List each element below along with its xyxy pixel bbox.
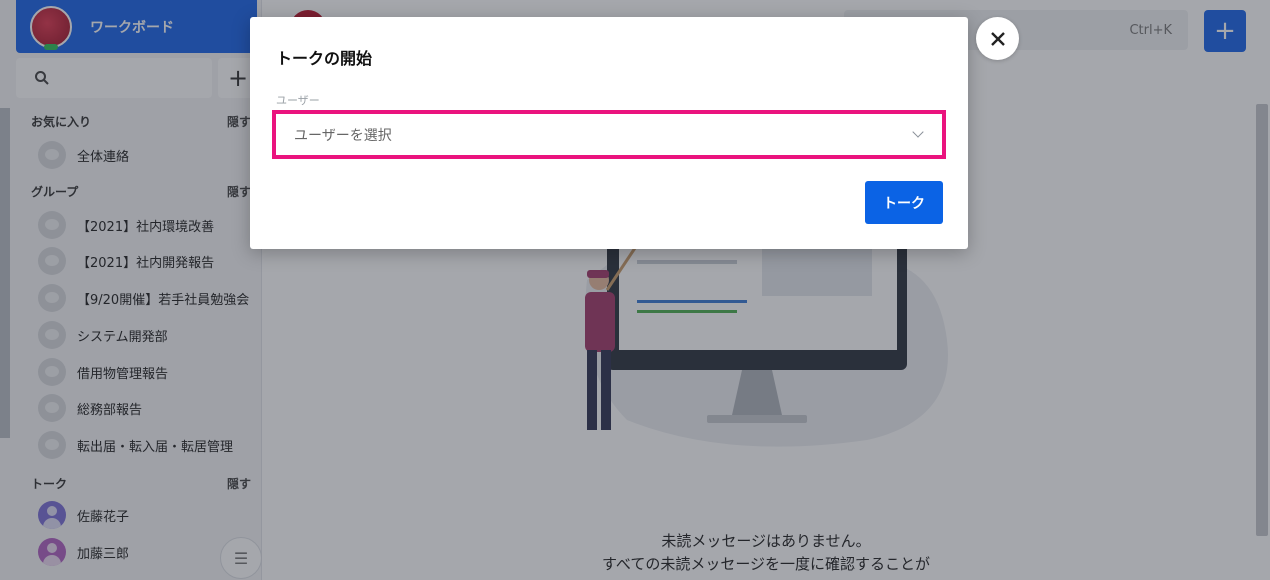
chevron-down-icon [912,126,924,138]
start-talk-dialog: トークの開始 ユーザー ユーザーを選択 トーク [250,17,968,249]
close-dialog-button[interactable] [976,17,1019,60]
close-icon [990,31,1005,46]
dialog-title: トークの開始 [276,49,373,68]
user-field-label: ユーザー [276,94,320,107]
start-talk-button[interactable]: トーク [865,181,943,224]
user-select[interactable]: ユーザーを選択 [272,110,946,159]
user-select-placeholder: ユーザーを選択 [294,127,392,144]
